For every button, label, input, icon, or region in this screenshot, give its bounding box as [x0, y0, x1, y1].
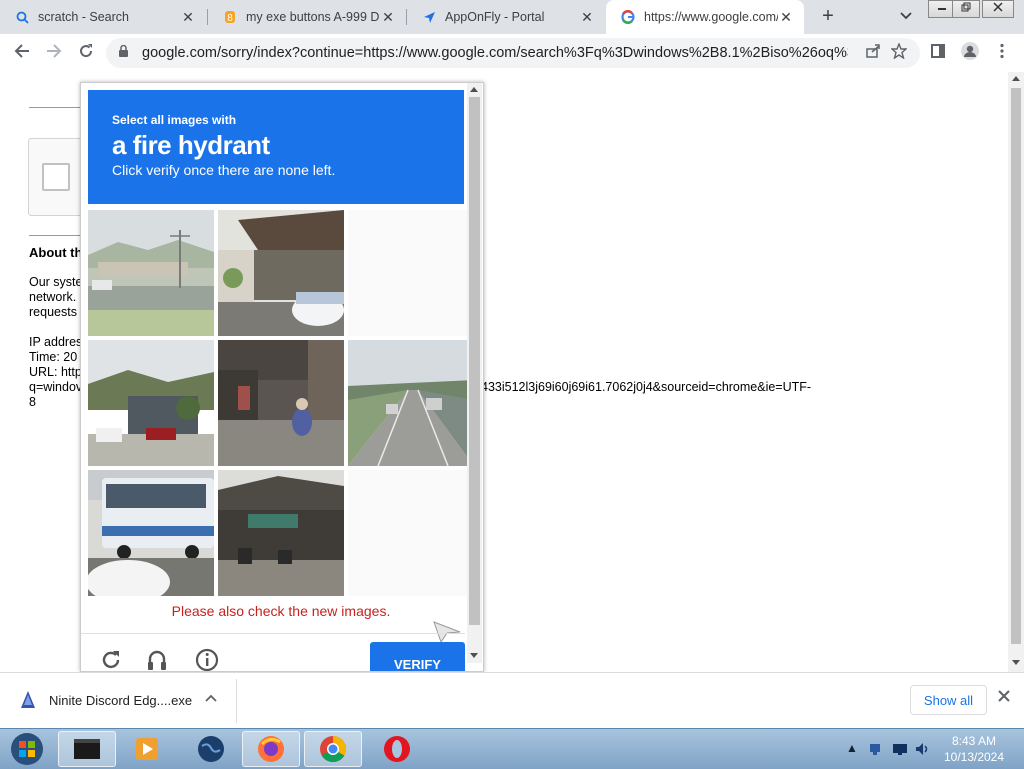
close-tab-icon[interactable]: ✕ [778, 9, 794, 26]
ninite-file-icon [20, 691, 36, 714]
kebab-menu-icon[interactable] [990, 41, 1014, 65]
challenge-header: Select all images with a fire hydrant Cl… [88, 90, 464, 204]
forward-arrow-icon[interactable] [42, 41, 66, 65]
instruction-sub: Click verify once there are none left. [112, 162, 336, 178]
scroll-thumb[interactable] [469, 97, 480, 625]
profile-avatar-icon[interactable] [958, 41, 982, 65]
captcha-tile[interactable] [348, 340, 474, 466]
taskbar-globe[interactable] [182, 731, 240, 767]
close-tab-icon[interactable]: ✕ [380, 9, 396, 26]
info-icon[interactable] [193, 648, 221, 671]
close-tab-icon[interactable]: ✕ [180, 9, 196, 26]
url-tail-text: 433i512l3j69i60j69i61.7062j0j4&sourceid=… [481, 380, 812, 394]
divider-line [29, 107, 81, 108]
captcha-tile-loading[interactable] [348, 470, 474, 596]
body-line: Our syste [29, 275, 83, 289]
tray-volume-icon[interactable] [914, 741, 930, 760]
captcha-tile[interactable] [218, 470, 344, 596]
taskbar-chrome[interactable] [304, 731, 362, 767]
clock-date: 10/13/2024 [943, 750, 1005, 764]
body-line: network. [29, 290, 77, 304]
captcha-tile-loading[interactable] [348, 210, 474, 336]
bookmark-star-icon[interactable] [887, 41, 911, 65]
google-icon [620, 9, 636, 25]
scroll-down-arrow-icon[interactable] [470, 653, 478, 658]
about-heading: About th [29, 245, 83, 260]
close-window-button[interactable] [982, 0, 1014, 18]
tab-google-sorry[interactable]: https://www.google.com/sorry/index?conti… [606, 0, 804, 34]
captcha-tile[interactable] [88, 210, 214, 336]
url-text[interactable]: google.com/sorry/index?continue=https://… [142, 45, 848, 61]
verify-button[interactable]: VERIFY [370, 642, 465, 671]
instruction-target: a fire hydrant [112, 130, 270, 160]
restore-button[interactable] [952, 0, 980, 18]
reload-challenge-icon[interactable] [97, 648, 125, 671]
scroll-up-arrow-icon[interactable] [470, 87, 478, 92]
time-label: Time: 20 [29, 350, 78, 364]
send-icon [421, 9, 437, 25]
system-clock[interactable]: 8:43 AM 10/13/2024 [934, 733, 1014, 765]
show-hidden-icons-icon[interactable]: ▲ [846, 741, 858, 755]
captcha-tile[interactable] [88, 470, 214, 596]
taskbar-firefox[interactable] [242, 731, 300, 767]
recaptcha-checkbox[interactable] [42, 163, 70, 191]
scroll-thumb[interactable] [1011, 88, 1021, 644]
tab-title: https://www.google.com/sorry/index?conti… [644, 10, 778, 24]
tab-exe-buttons[interactable]: 8 my exe buttons A-999 D... ✕ [208, 0, 406, 34]
tab-title: my exe buttons A-999 D... [246, 10, 380, 24]
scroll-up-arrow-icon[interactable] [1012, 76, 1020, 81]
captcha-tile[interactable] [88, 340, 214, 466]
taskbar-opera[interactable] [368, 731, 426, 767]
instruction-small: Select all images with [112, 113, 237, 127]
clock-time: 8:43 AM [951, 734, 997, 748]
tab-scratch-search[interactable]: scratch - Search ✕ [0, 0, 206, 34]
close-tab-icon[interactable]: ✕ [579, 9, 595, 26]
ip-address-label: IP addres [29, 335, 83, 349]
tab-title: scratch - Search [38, 10, 130, 24]
captcha-tile[interactable] [218, 340, 344, 466]
tab-title: AppOnFly - Portal [445, 10, 545, 24]
url-line: q=windov [29, 380, 83, 394]
page-scrollbar[interactable] [1008, 72, 1024, 672]
chevron-up-icon[interactable] [205, 689, 217, 705]
download-bar: Ninite Discord Edg....exe Show all [0, 672, 1024, 729]
tray-network-icon[interactable] [868, 741, 884, 760]
favicon-orange: 8 [222, 9, 238, 25]
scroll-down-arrow-icon[interactable] [1012, 660, 1020, 665]
warning-message: Please also check the new images. [171, 603, 391, 619]
tab-search-button[interactable] [896, 6, 916, 26]
url-line: 8 [29, 395, 36, 409]
taskbar-media-player[interactable] [118, 731, 176, 767]
tray-display-icon[interactable] [892, 741, 908, 760]
new-tab-button[interactable]: + [816, 4, 840, 28]
share-icon[interactable] [861, 41, 885, 65]
start-button[interactable] [2, 731, 52, 767]
url-label: URL: http [29, 365, 82, 379]
divider-line [29, 235, 81, 236]
download-file-name[interactable]: Ninite Discord Edg....exe [49, 693, 192, 708]
lock-icon[interactable] [118, 44, 129, 61]
tab-strip: scratch - Search ✕ 8 my exe buttons A-99… [0, 0, 1024, 34]
back-arrow-icon[interactable] [10, 41, 34, 65]
show-all-button[interactable]: Show all [910, 685, 987, 715]
reload-icon[interactable] [74, 41, 98, 65]
close-icon[interactable] [998, 689, 1010, 707]
recaptcha-challenge: Select all images with a fire hydrant Cl… [80, 82, 484, 672]
windows-taskbar: ▲ 8:43 AM 10/13/2024 [0, 728, 1024, 769]
taskbar-app-terminal[interactable] [58, 731, 116, 767]
captcha-tile[interactable] [218, 210, 344, 336]
challenge-footer: VERIFY [81, 633, 465, 671]
body-line: requests [29, 305, 77, 319]
divider [236, 679, 237, 723]
address-bar[interactable]: google.com/sorry/index?continue=https://… [106, 38, 920, 68]
challenge-scrollbar[interactable] [467, 83, 482, 663]
browser-toolbar: google.com/sorry/index?continue=https://… [0, 34, 1024, 73]
svg-text:8: 8 [227, 13, 233, 24]
audio-challenge-icon[interactable] [143, 648, 171, 671]
search-icon [14, 9, 30, 25]
side-panel-icon[interactable] [926, 41, 950, 65]
tab-apponfly-portal[interactable]: AppOnFly - Portal ✕ [407, 0, 605, 34]
